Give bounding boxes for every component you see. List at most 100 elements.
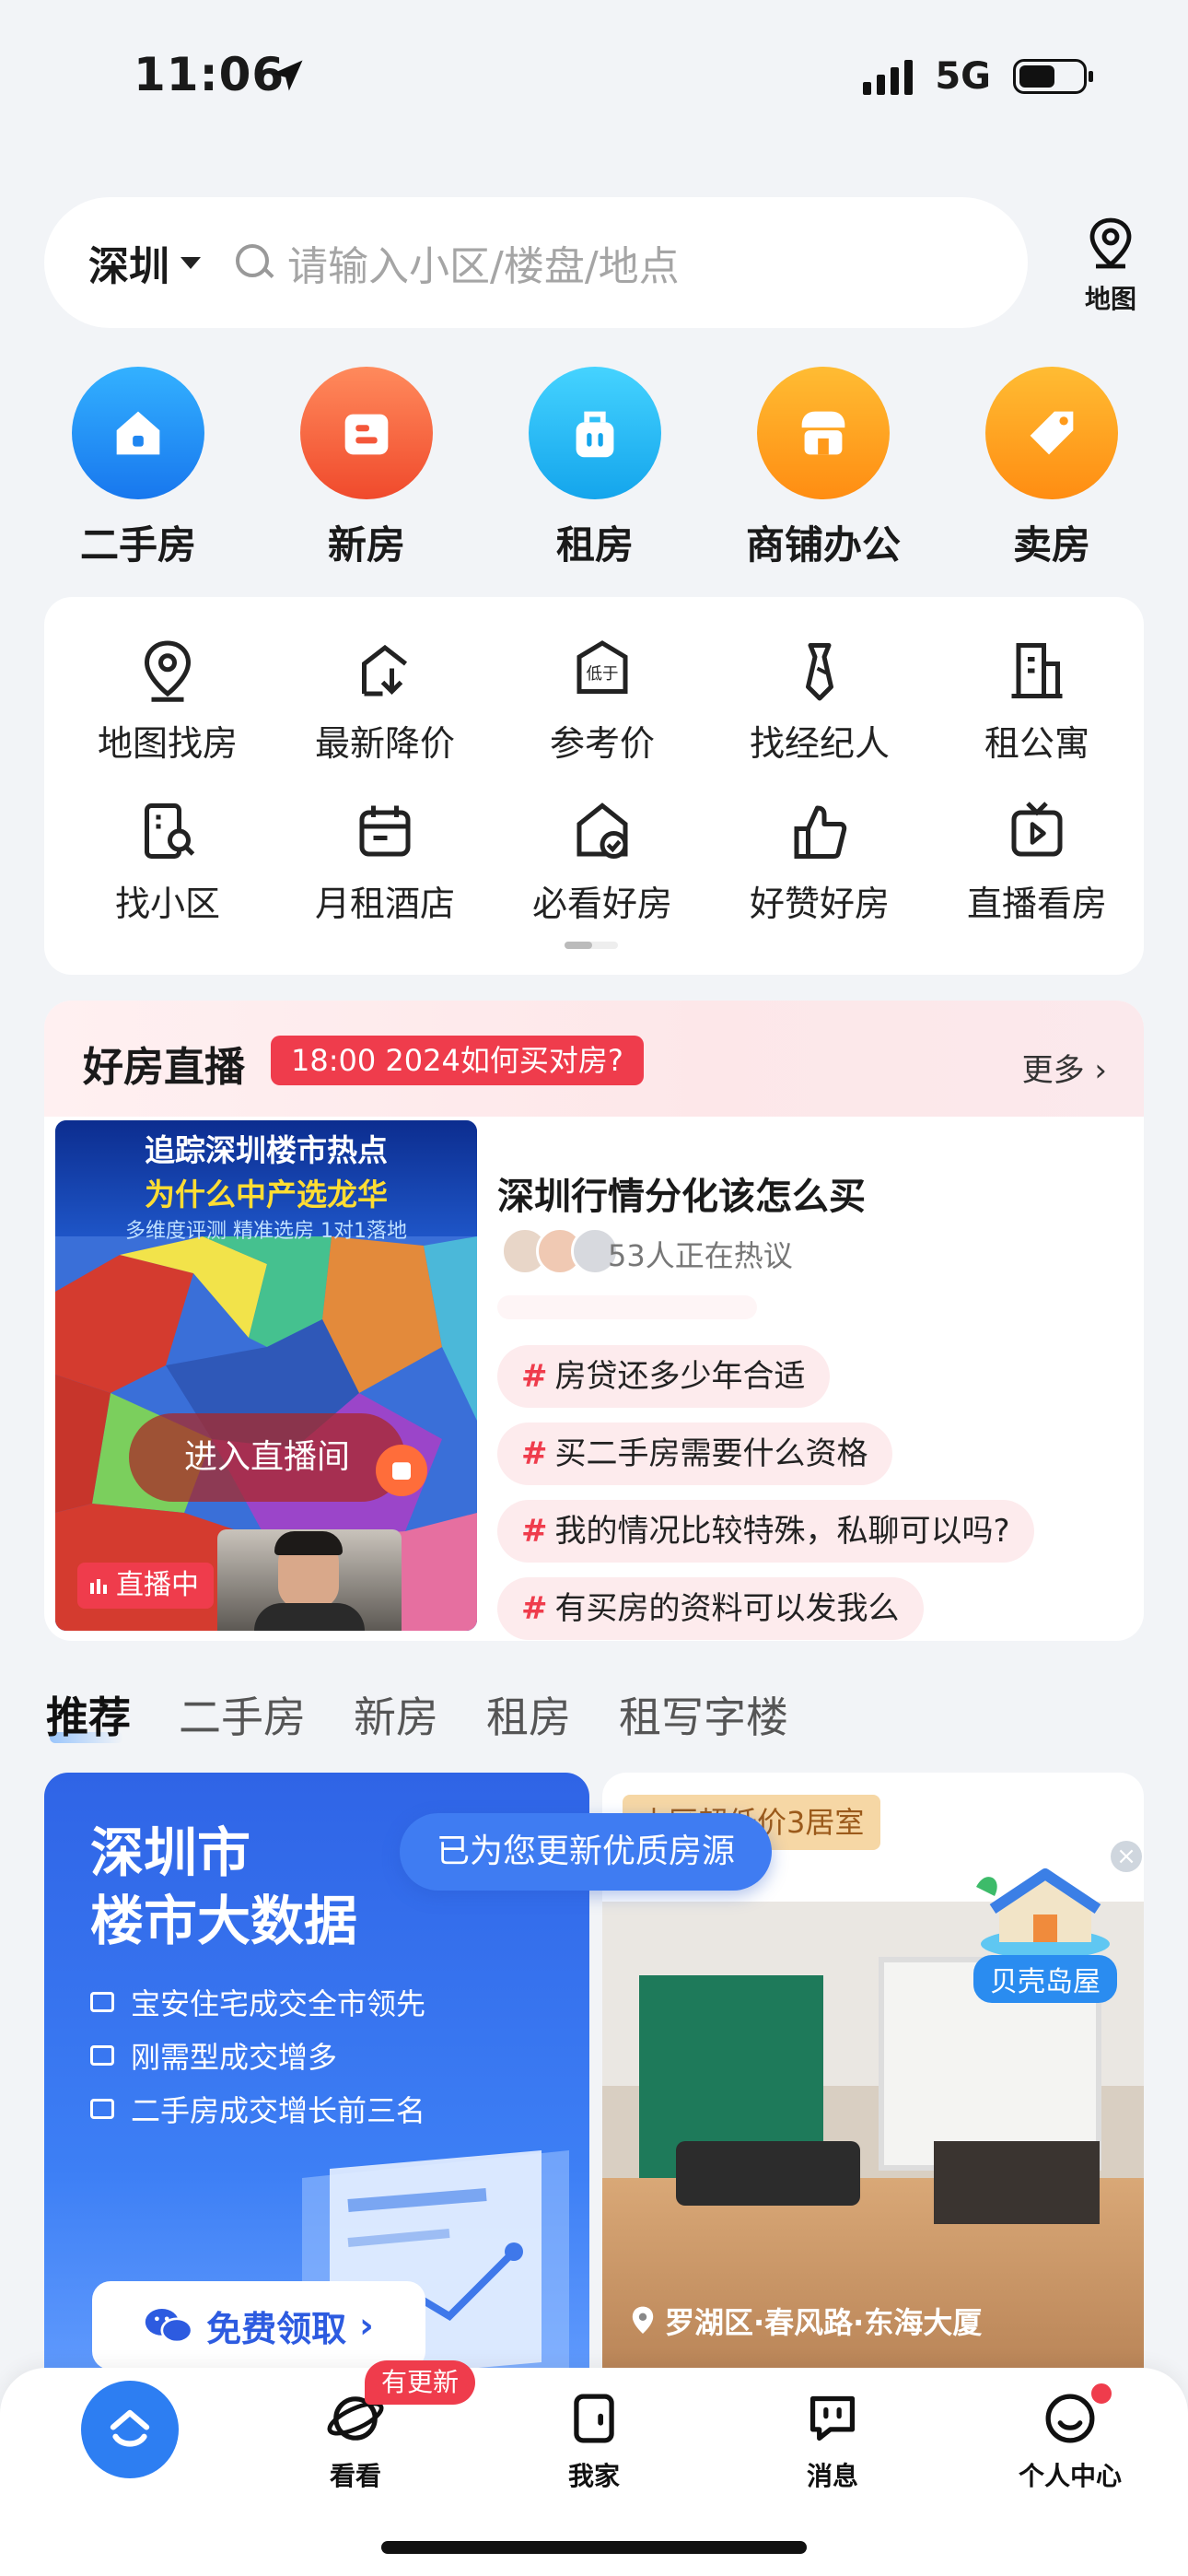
- tool-price-drop[interactable]: 最新降价: [276, 636, 494, 766]
- more-link[interactable]: 更多 ›: [1022, 1045, 1107, 1090]
- category-new[interactable]: 新房: [274, 367, 459, 570]
- category-label: 卖房: [1012, 522, 1090, 568]
- tab-myhome[interactable]: 我家: [520, 2390, 668, 2493]
- big-data-item: 宝安住宅成交全市领先: [90, 1981, 425, 2023]
- apartment-icon: [1011, 643, 1063, 698]
- question-text: 有买房的资料可以发我么: [554, 1590, 900, 1627]
- hashtag-icon: #: [521, 1590, 548, 1627]
- notification-dot: [1089, 2381, 1114, 2406]
- tool-reference-price[interactable]: 低于 参考价: [494, 636, 711, 766]
- enter-live-button[interactable]: 进入直播间: [129, 1413, 405, 1502]
- svg-text:低于: 低于: [587, 665, 619, 684]
- tab-label: 我家: [567, 2461, 620, 2491]
- community-search-icon: [145, 803, 195, 859]
- question-chip[interactable]: # 我的情况比较特殊，私聊可以吗?: [497, 1500, 1034, 1563]
- category-label: 新房: [327, 522, 405, 568]
- tool-live-viewing[interactable]: 直播看房: [928, 796, 1146, 926]
- search-bar[interactable]: 深圳 请输入小区/楼盘/地点: [44, 197, 1028, 328]
- big-data-title-line1: 深圳市: [90, 1821, 251, 1884]
- wechat-icon: [145, 2309, 193, 2344]
- big-data-item: 刚需型成交增多: [90, 2034, 337, 2077]
- category-secondhand[interactable]: 二手房: [46, 367, 230, 570]
- tab-label: 消息: [806, 2461, 858, 2491]
- live-topic-title[interactable]: 深圳行情分化该怎么买: [497, 1166, 866, 1220]
- sale-tag-icon: [985, 367, 1118, 499]
- live-schedule-badge[interactable]: 18:00 2024如何买对房?: [271, 1036, 644, 1085]
- hashtag-icon: #: [521, 1358, 548, 1395]
- tool-liked-homes[interactable]: 好赞好房: [711, 796, 928, 926]
- question-text: 我的情况比较特殊，私聊可以吗?: [554, 1513, 1010, 1550]
- video-banner: 追踪深圳楼市热点 为什么中产选龙华 多维度评测 精准选房 1对1落地: [55, 1120, 477, 1243]
- tool-label: 参考价: [549, 723, 655, 764]
- hashtag-icon: #: [521, 1513, 548, 1550]
- tool-label: 找小区: [114, 884, 220, 924]
- tool-label: 月租酒店: [314, 884, 455, 924]
- live-video-thumbnail[interactable]: 追踪深圳楼市热点 为什么中产选龙华 多维度评测 精准选房 1对1落地 进入直播间…: [55, 1120, 477, 1631]
- tab-label: 个人中心: [1018, 2461, 1122, 2491]
- star-icon: [90, 2045, 114, 2066]
- big-data-title: 深圳市 楼市大数据: [90, 1819, 357, 1955]
- tool-label: 好赞好房: [749, 884, 890, 924]
- tool-map-search[interactable]: 地图找房: [59, 636, 276, 766]
- tool-label: 必看好房: [531, 884, 672, 924]
- big-data-item-text: 宝安住宅成交全市领先: [131, 1986, 426, 2021]
- island-house-icon: [976, 1868, 1110, 1959]
- island-label: 贝壳岛屋: [973, 1955, 1117, 2003]
- shell-island-widget[interactable]: 贝壳岛屋 ×: [958, 1841, 1142, 2003]
- location-arrow-icon: [267, 55, 308, 100]
- question-chip[interactable]: # 买二手房需要什么资格: [497, 1423, 892, 1485]
- tab-new[interactable]: 新房: [354, 1684, 438, 1745]
- door-icon: [574, 2394, 614, 2443]
- tool-label: 直播看房: [966, 884, 1107, 924]
- live-tv-icon: [1011, 802, 1063, 857]
- city-selector[interactable]: 深圳: [88, 233, 169, 292]
- question-text: 房贷还多少年合适: [554, 1358, 806, 1395]
- tool-apartment[interactable]: 租公寓: [928, 636, 1146, 766]
- audio-bars-icon: [90, 1579, 107, 1594]
- tab-messages[interactable]: 消息: [759, 2390, 906, 2493]
- tab-office-rent[interactable]: 租写字楼: [619, 1684, 788, 1745]
- category-rent[interactable]: 租房: [503, 367, 687, 570]
- close-icon[interactable]: ×: [1111, 1841, 1142, 1872]
- tab-look[interactable]: 看看: [282, 2390, 429, 2493]
- live-section: 好房直播 18:00 2024如何买对房? 更多 › 追踪深圳楼市热点 为什么中…: [44, 1001, 1144, 1641]
- video-title-2: 为什么中产选龙华: [145, 1177, 388, 1212]
- host-portrait: [217, 1529, 402, 1631]
- question-chip[interactable]: # 房贷还多少年合适: [497, 1345, 830, 1408]
- map-pin-icon: [1089, 217, 1132, 269]
- tool-label: 最新降价: [314, 723, 455, 764]
- free-claim-button[interactable]: 免费领取 ›: [92, 2281, 425, 2370]
- tab-secondhand[interactable]: 二手房: [179, 1684, 306, 1745]
- tool-find-agent[interactable]: 找经纪人: [711, 636, 928, 766]
- price-shield-icon: 低于: [577, 640, 628, 694]
- chevron-down-icon: [181, 256, 201, 269]
- tool-label: 找经纪人: [749, 723, 890, 764]
- chevron-right-icon: ›: [1084, 1052, 1107, 1089]
- map-pin-icon: [144, 640, 192, 702]
- map-button[interactable]: 地图: [1072, 217, 1149, 316]
- home-tab[interactable]: [81, 2381, 179, 2478]
- tool-monthly-hotel[interactable]: 月租酒店: [276, 796, 494, 926]
- home-indicator[interactable]: [381, 2541, 807, 2554]
- hashtag-icon: #: [521, 1435, 548, 1472]
- tab-profile[interactable]: 个人中心: [996, 2390, 1144, 2493]
- tools-panel: 地图找房 最新降价 低于 参考价 找经纪人 租公寓 找小区 月租酒店 必看好房 …: [44, 597, 1144, 975]
- battery-icon: [1013, 59, 1093, 94]
- rent-bag-icon: [529, 367, 661, 499]
- category-sell[interactable]: 卖房: [960, 367, 1144, 570]
- category-shop-office[interactable]: 商铺办公: [731, 367, 915, 570]
- video-title-1: 追踪深圳楼市热点: [145, 1132, 388, 1168]
- home-logo-icon: [110, 2409, 150, 2447]
- tool-find-community[interactable]: 找小区: [59, 796, 276, 926]
- free-claim-label: 免费领取: [206, 2308, 347, 2349]
- tab-rent[interactable]: 租房: [486, 1684, 571, 1745]
- status-indicators: 5G: [863, 55, 1093, 98]
- price-drop-icon: [362, 644, 408, 697]
- search-input[interactable]: 请输入小区/楼盘/地点: [287, 233, 680, 292]
- new-building-icon: [376, 1445, 427, 1496]
- category-label: 租房: [555, 522, 634, 568]
- tab-label: 看看: [329, 2461, 381, 2491]
- tab-recommend[interactable]: 推荐: [46, 1684, 131, 1745]
- question-chip[interactable]: # 有买房的资料可以发我么: [497, 1577, 924, 1640]
- tool-must-see[interactable]: 必看好房: [494, 796, 711, 926]
